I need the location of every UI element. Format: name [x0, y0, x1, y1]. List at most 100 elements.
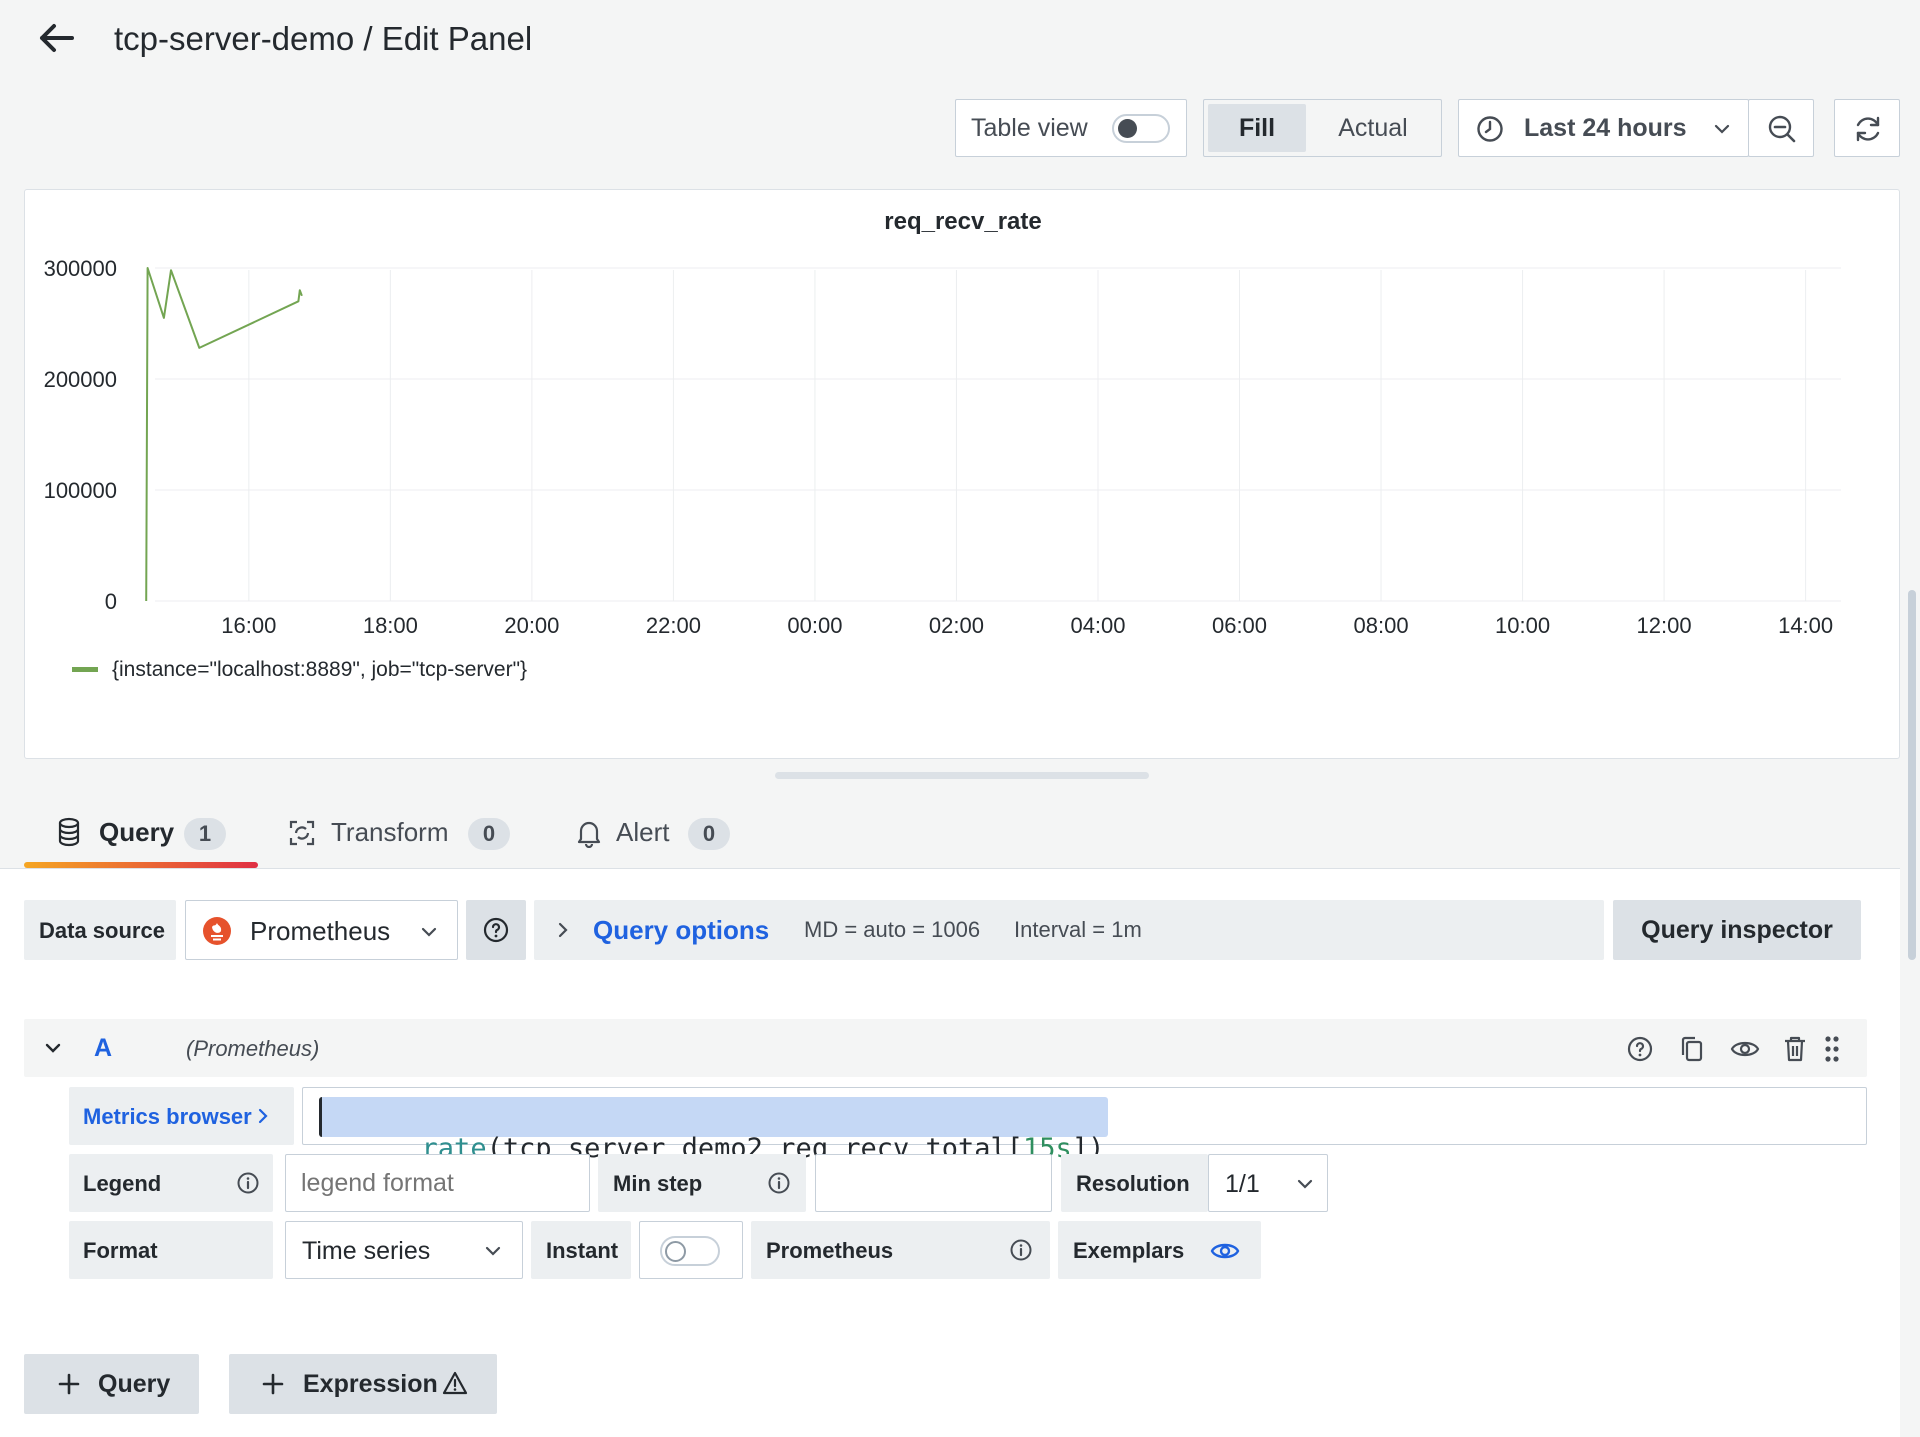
- refresh-icon: [1853, 114, 1883, 144]
- metrics-browser-label: Metrics browser: [83, 1104, 252, 1129]
- promql-expression-text: rate(tcp_server_demo2_req_recv_total[15s…: [319, 1097, 1109, 1164]
- prometheus-logo-icon: [202, 916, 232, 946]
- query-inspector-label: Query inspector: [1641, 916, 1833, 944]
- x-tick-label: 20:00: [504, 613, 559, 638]
- metrics-browser-button[interactable]: Metrics browser: [69, 1087, 294, 1145]
- datasource-picker[interactable]: Prometheus: [185, 900, 458, 960]
- min-step-input[interactable]: [815, 1154, 1052, 1212]
- zoom-out-button[interactable]: [1748, 99, 1814, 157]
- bell-icon: [576, 818, 602, 848]
- switch-knob: [665, 1241, 686, 1262]
- fill-label: Fill: [1238, 114, 1276, 142]
- tab-query-count: 1: [184, 818, 226, 850]
- resolution-select[interactable]: 1/1: [1208, 1154, 1328, 1212]
- prometheus-type-cell: Prometheus: [751, 1221, 1050, 1279]
- chevron-right-icon: [554, 921, 572, 939]
- series-line: [145, 267, 303, 602]
- query-row-header: A (Prometheus): [24, 1019, 1867, 1077]
- x-tick-label: 12:00: [1637, 613, 1692, 638]
- query-options-row[interactable]: Query options MD = auto = 1006 Interval …: [534, 900, 1604, 960]
- exemplars-cell[interactable]: Exemplars: [1058, 1221, 1261, 1279]
- add-query-button[interactable]: Query: [24, 1354, 199, 1414]
- duplicate-icon[interactable]: [1679, 1035, 1705, 1063]
- resolution-label: Resolution: [1076, 1171, 1190, 1196]
- eye-icon[interactable]: [1210, 1239, 1240, 1263]
- switch-knob: [1118, 119, 1137, 138]
- legend-format-input[interactable]: [285, 1154, 590, 1212]
- collapse-chevron-icon[interactable]: [44, 1039, 62, 1057]
- refresh-button[interactable]: [1834, 99, 1900, 157]
- chevron-right-icon: [255, 1107, 271, 1125]
- eye-icon[interactable]: [1730, 1037, 1760, 1061]
- promql-expression-input[interactable]: rate(tcp_server_demo2_req_recv_total[15s…: [302, 1087, 1867, 1164]
- actual-label: Actual: [1338, 114, 1408, 142]
- tab-transform-count: 0: [468, 818, 510, 850]
- tab-query[interactable]: Query 1: [24, 800, 258, 868]
- info-icon[interactable]: [237, 1172, 259, 1194]
- instant-switch[interactable]: [660, 1236, 720, 1266]
- fill-button[interactable]: Fill: [1208, 104, 1306, 152]
- min-step-label-cell: Min step: [598, 1154, 806, 1212]
- legend-entry: {instance="localhost:8889", job="tcp-ser…: [112, 658, 527, 681]
- transform-icon: [288, 819, 316, 847]
- datasource-label-cell: Data source: [24, 900, 176, 960]
- format-value: Time series: [302, 1237, 431, 1265]
- time-range-picker[interactable]: Last 24 hours: [1458, 99, 1749, 157]
- trash-icon[interactable]: [1783, 1035, 1807, 1063]
- page-title: tcp-server-demo / Edit Panel: [114, 20, 533, 57]
- panel-preview: req_recv_rate 300000 200000 100000 0 16:00 18…: [24, 189, 1900, 759]
- legend-label: Legend: [83, 1171, 162, 1196]
- y-tick-label: 300000: [44, 256, 117, 281]
- help-circle-icon: [483, 917, 509, 943]
- tab-transform[interactable]: Transform 0: [284, 800, 544, 868]
- chevron-down-icon: [1713, 120, 1731, 138]
- tab-transform-label: Transform: [331, 817, 449, 847]
- datasource-help-button[interactable]: [466, 900, 526, 960]
- x-tick-label: 10:00: [1495, 613, 1550, 638]
- tab-alert-label: Alert: [616, 817, 670, 847]
- clock-icon: [1476, 115, 1504, 143]
- format-select[interactable]: Time series: [285, 1221, 523, 1279]
- query-inspector-button[interactable]: Query inspector: [1613, 900, 1861, 960]
- query-options-label[interactable]: Query options: [593, 915, 769, 946]
- tab-alert-count: 0: [688, 818, 730, 850]
- datasource-label: Data source: [39, 918, 165, 943]
- plus-icon: [57, 1372, 81, 1396]
- help-circle-icon[interactable]: [1627, 1036, 1653, 1062]
- actual-button[interactable]: Actual: [1308, 104, 1438, 152]
- panel-resize-handle[interactable]: [775, 772, 1149, 779]
- exemplars-label: Exemplars: [1073, 1238, 1185, 1263]
- x-tick-label: 02:00: [929, 613, 984, 638]
- chevron-down-icon: [420, 923, 438, 941]
- time-series-chart[interactable]: 300000 200000 100000 0 16:00 18:00 20:00 22:00 0…: [25, 250, 1901, 750]
- chevron-down-icon: [1296, 1175, 1314, 1193]
- instant-toggle[interactable]: [639, 1221, 743, 1279]
- x-tick-label: 04:00: [1070, 613, 1125, 638]
- database-icon: [57, 817, 81, 847]
- x-tick-label: 00:00: [787, 613, 842, 638]
- panel-title: req_recv_rate: [884, 208, 1042, 235]
- info-icon[interactable]: [1010, 1239, 1032, 1261]
- y-tick-label: 0: [105, 589, 117, 614]
- tab-alert[interactable]: Alert 0: [574, 800, 774, 868]
- back-arrow-icon[interactable]: [36, 18, 76, 58]
- zoom-out-icon: [1767, 114, 1797, 144]
- min-step-label: Min step: [613, 1171, 703, 1196]
- query-ref-id[interactable]: A: [94, 1034, 112, 1063]
- x-tick-label: 08:00: [1354, 613, 1409, 638]
- prometheus-type-label: Prometheus: [766, 1238, 894, 1263]
- plus-icon: [261, 1372, 285, 1396]
- instant-label-cell: Instant: [531, 1221, 631, 1279]
- table-view-toggle[interactable]: Table view: [955, 99, 1187, 157]
- query-datasource-hint: (Prometheus): [186, 1036, 320, 1061]
- fill-actual-group: Fill Actual: [1203, 99, 1442, 157]
- format-label: Format: [83, 1238, 158, 1263]
- drag-handle-icon[interactable]: [1824, 1035, 1840, 1063]
- add-expression-button[interactable]: Expression: [229, 1354, 497, 1414]
- page-scrollbar[interactable]: [1908, 590, 1916, 960]
- add-query-label: Query: [98, 1370, 171, 1398]
- x-tick-label: 06:00: [1212, 613, 1267, 638]
- info-icon[interactable]: [768, 1172, 790, 1194]
- format-label-cell: Format: [69, 1221, 273, 1279]
- table-view-switch[interactable]: [1112, 114, 1170, 143]
